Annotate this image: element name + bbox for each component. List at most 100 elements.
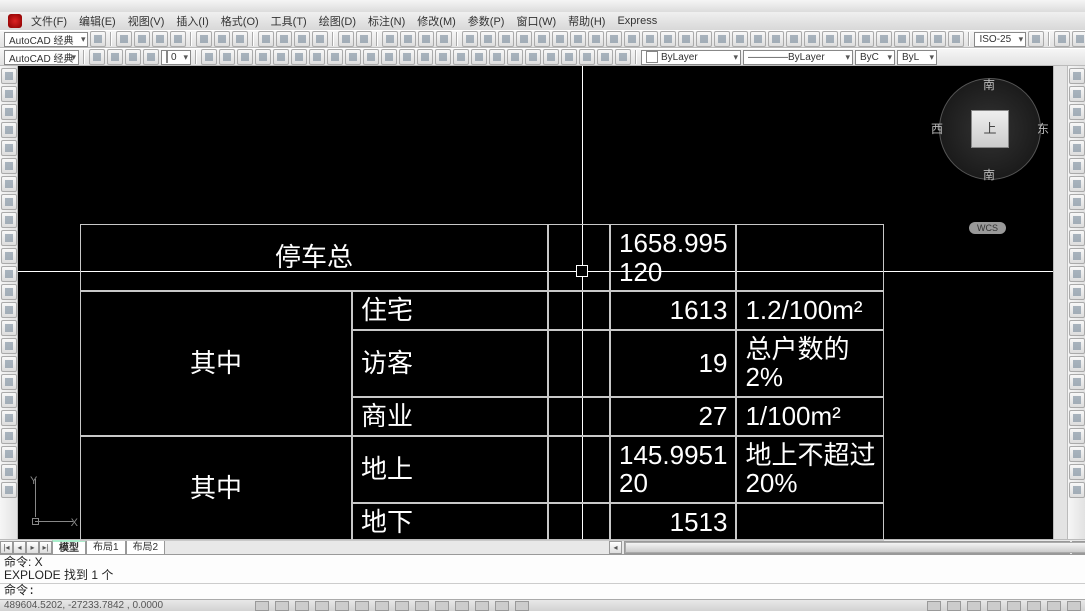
paste-icon[interactable]	[294, 31, 310, 47]
modify-tool-1-icon[interactable]	[1069, 86, 1085, 102]
tab-layout2[interactable]: 布局2	[126, 540, 166, 554]
layerfreeze-icon[interactable]	[143, 49, 159, 65]
layeriso-icon[interactable]	[125, 49, 141, 65]
status-right-6[interactable]	[1047, 601, 1061, 611]
prop-tool-0-icon[interactable]	[201, 49, 217, 65]
dimstyle-combo[interactable]: ISO-25	[974, 32, 1026, 47]
status-right-1[interactable]	[947, 601, 961, 611]
undo-icon[interactable]	[338, 31, 354, 47]
zoom-rt-icon[interactable]	[400, 31, 416, 47]
menu-file[interactable]: 文件(F)	[28, 12, 70, 30]
scroll-left-icon[interactable]: ◂	[609, 541, 622, 554]
menu-param[interactable]: 参数(P)	[465, 12, 508, 30]
open-icon[interactable]	[134, 31, 150, 47]
prop-tool-9-icon[interactable]	[363, 49, 379, 65]
status-right-7[interactable]	[1067, 601, 1081, 611]
modify-tool-5-icon[interactable]	[1069, 158, 1085, 174]
draw-tool-9-icon[interactable]	[1, 230, 17, 246]
workspace2-combo[interactable]: AutoCAD 经典	[4, 50, 79, 65]
std-tool-18-icon[interactable]	[786, 31, 802, 47]
prop-tool-13-icon[interactable]	[435, 49, 451, 65]
prop-tool-11-icon[interactable]	[399, 49, 415, 65]
modify-tool-6-icon[interactable]	[1069, 176, 1085, 192]
redo-icon[interactable]	[356, 31, 372, 47]
std-tool-14-icon[interactable]	[714, 31, 730, 47]
std-tool-22-icon[interactable]	[858, 31, 874, 47]
draw-tool-14-icon[interactable]	[1, 320, 17, 336]
color-combo[interactable]: ByLayer	[641, 50, 741, 65]
draw-tool-6-icon[interactable]	[1, 176, 17, 192]
status-toggle-1[interactable]	[275, 601, 289, 611]
prop-tool-7-icon[interactable]	[327, 49, 343, 65]
status-right-2[interactable]	[967, 601, 981, 611]
menu-tools[interactable]: 工具(T)	[268, 12, 310, 30]
linetype-combo[interactable]: ———— ByLayer	[743, 50, 853, 65]
workspace-combo[interactable]: AutoCAD 经典	[4, 32, 88, 47]
menu-express[interactable]: Express	[614, 14, 660, 28]
menu-modify[interactable]: 修改(M)	[414, 12, 459, 30]
modify-tool-20-icon[interactable]	[1069, 428, 1085, 444]
prop-tool-23-icon[interactable]	[615, 49, 631, 65]
zoom-prev-icon[interactable]	[436, 31, 452, 47]
draw-tool-23-icon[interactable]	[1, 482, 17, 498]
modify-tool-12-icon[interactable]	[1069, 284, 1085, 300]
modify-tool-23-icon[interactable]	[1069, 482, 1085, 498]
menu-dim[interactable]: 标注(N)	[365, 12, 408, 30]
draw-tool-8-icon[interactable]	[1, 212, 17, 228]
modify-tool-3-icon[interactable]	[1069, 122, 1085, 138]
cut-icon[interactable]	[258, 31, 274, 47]
prop-tool-21-icon[interactable]	[579, 49, 595, 65]
draw-tool-5-icon[interactable]	[1, 158, 17, 174]
menu-draw[interactable]: 绘图(D)	[316, 12, 359, 30]
modify-tool-8-icon[interactable]	[1069, 212, 1085, 228]
std-tool-4-icon[interactable]	[534, 31, 550, 47]
modify-tool-16-icon[interactable]	[1069, 356, 1085, 372]
status-right-4[interactable]	[1007, 601, 1021, 611]
prop-tool-8-icon[interactable]	[345, 49, 361, 65]
status-toggle-0[interactable]	[255, 601, 269, 611]
prop-tool-1-icon[interactable]	[219, 49, 235, 65]
menu-format[interactable]: 格式(O)	[218, 12, 262, 30]
modify-tool-18-icon[interactable]	[1069, 392, 1085, 408]
modify-tool-0-icon[interactable]	[1069, 68, 1085, 84]
std-tool-0-icon[interactable]	[462, 31, 478, 47]
std-tool-24-icon[interactable]	[894, 31, 910, 47]
modify-tool-21-icon[interactable]	[1069, 446, 1085, 462]
prop-tool-4-icon[interactable]	[273, 49, 289, 65]
tab-next-icon[interactable]: ▸	[26, 541, 39, 554]
draw-tool-3-icon[interactable]	[1, 122, 17, 138]
status-toggle-2[interactable]	[295, 601, 309, 611]
status-toggle-3[interactable]	[315, 601, 329, 611]
std-tool-13-icon[interactable]	[696, 31, 712, 47]
modify-tool-2-icon[interactable]	[1069, 104, 1085, 120]
status-right-3[interactable]	[987, 601, 1001, 611]
dimstyle-icon[interactable]	[1028, 31, 1044, 47]
draw-tool-1-icon[interactable]	[1, 86, 17, 102]
status-toggle-9[interactable]	[435, 601, 449, 611]
command-input[interactable]: 命令:	[0, 583, 1085, 599]
prop-tool-5-icon[interactable]	[291, 49, 307, 65]
prop-tool-22-icon[interactable]	[597, 49, 613, 65]
prop-tool-3-icon[interactable]	[255, 49, 271, 65]
std-tool-26-icon[interactable]	[930, 31, 946, 47]
scrollbar-horizontal[interactable]	[624, 541, 1070, 554]
std-tool-7-icon[interactable]	[588, 31, 604, 47]
draw-tool-2-icon[interactable]	[1, 104, 17, 120]
status-toggle-4[interactable]	[335, 601, 349, 611]
std-tool-20-icon[interactable]	[822, 31, 838, 47]
draw-tool-17-icon[interactable]	[1, 374, 17, 390]
std-tool-1-icon[interactable]	[480, 31, 496, 47]
prop-tool-16-icon[interactable]	[489, 49, 505, 65]
std-tool-27-icon[interactable]	[948, 31, 964, 47]
tab-last-icon[interactable]: ▸|	[39, 541, 52, 554]
prop-tool-15-icon[interactable]	[471, 49, 487, 65]
tab-model[interactable]: 模型	[52, 540, 86, 554]
std-tool-19-icon[interactable]	[804, 31, 820, 47]
save-icon[interactable]	[152, 31, 168, 47]
scrollbar-vertical[interactable]	[1053, 66, 1067, 539]
std-tool-2-icon[interactable]	[498, 31, 514, 47]
tab-layout1[interactable]: 布局1	[86, 540, 126, 554]
status-toggle-10[interactable]	[455, 601, 469, 611]
std-tool-5-icon[interactable]	[552, 31, 568, 47]
modify-tool-9-icon[interactable]	[1069, 230, 1085, 246]
